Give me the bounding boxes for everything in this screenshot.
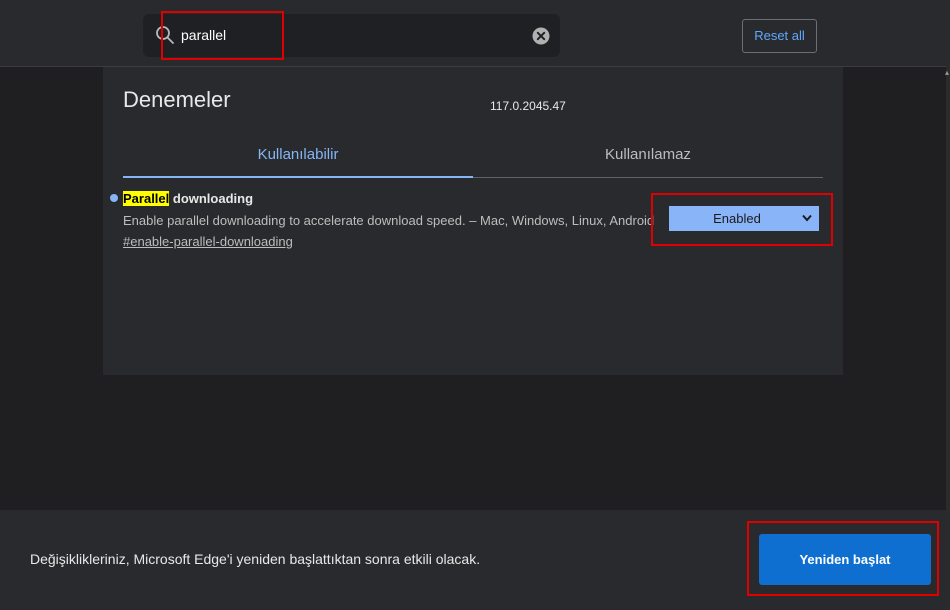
tab-available[interactable]: Kullanılabilir (123, 147, 473, 177)
clear-icon[interactable] (532, 27, 550, 45)
active-tab-indicator (123, 176, 473, 178)
scrollbar[interactable] (946, 0, 950, 610)
experiment-permalink[interactable]: #enable-parallel-downloading (123, 234, 293, 249)
scroll-up-arrow-icon[interactable]: ▴ (945, 68, 950, 78)
relaunch-bar: Değişiklikleriniz, Microsoft Edge'i yeni… (0, 510, 946, 610)
search-input[interactable]: parallel (181, 14, 226, 57)
header-bar: parallel Reset all (0, 0, 946, 67)
experiment-description: Enable parallel downloading to accelerat… (123, 213, 655, 228)
experiment-title: Parallel downloading (123, 191, 253, 206)
experiments-panel: Denemeler 117.0.2045.47 Kullanılabilir K… (103, 67, 843, 375)
experiment-state-select[interactable]: Enabled (669, 206, 819, 231)
tab-unavailable[interactable]: Kullanılamaz (473, 147, 823, 177)
version-label: 117.0.2045.47 (490, 99, 566, 113)
select-value: Enabled (713, 211, 761, 226)
search-icon (156, 26, 174, 44)
chevron-down-icon (802, 214, 812, 222)
page-title: Denemeler (123, 87, 231, 112)
reset-all-button[interactable]: Reset all (742, 19, 817, 53)
search-match-highlight: Parallel (123, 191, 170, 206)
experiment-title-rest: downloading (169, 191, 254, 206)
relaunch-message: Değişiklikleriniz, Microsoft Edge'i yeni… (30, 551, 481, 567)
flags-page: parallel Reset all ▴ Denemeler 117.0.204… (0, 0, 950, 610)
relaunch-button[interactable]: Yeniden başlat (759, 534, 931, 585)
search-box[interactable]: parallel (143, 14, 560, 57)
modified-dot-icon (110, 194, 118, 202)
